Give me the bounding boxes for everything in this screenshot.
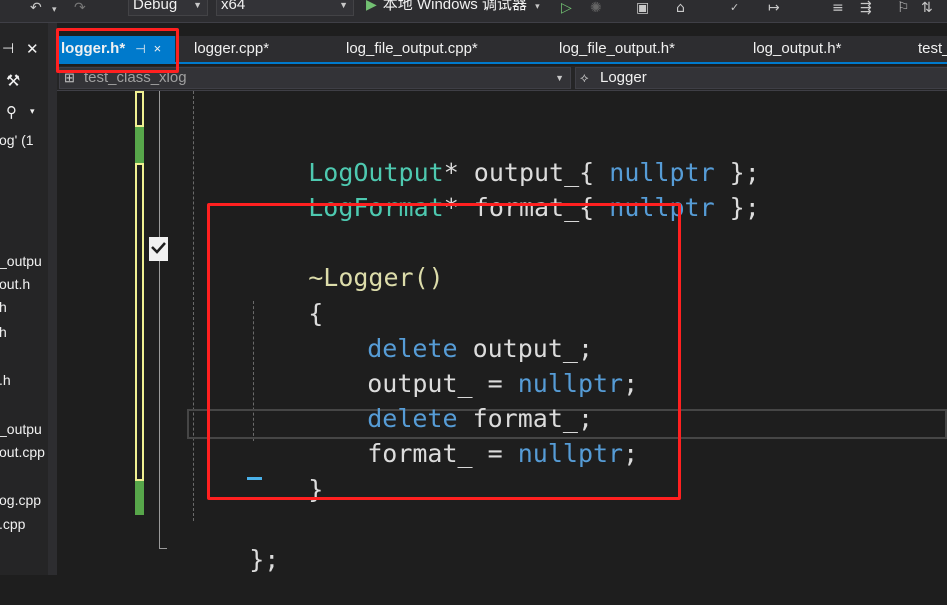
close-icon[interactable]: ✕: [26, 40, 39, 58]
list-item[interactable]: out.h: [0, 276, 30, 292]
list-item[interactable]: .cpp: [0, 516, 25, 532]
tab-label: logger.cpp*: [194, 40, 270, 57]
highlight-box: [56, 28, 179, 73]
navigation-bar: ⊞ test_class_xlog ▼ ⟡ Logger: [57, 66, 947, 91]
start-debugging-button[interactable]: ▶ 本地 Windows 调试器 ▾: [366, 0, 540, 15]
spellcheck-icon[interactable]: ✓: [730, 0, 739, 18]
chevron-down-icon[interactable]: ▾: [52, 2, 57, 20]
layout-icon[interactable]: ⌂: [676, 0, 685, 18]
list-item[interactable]: .h: [0, 372, 11, 388]
bookmark-icon[interactable]: ⚐: [897, 0, 910, 18]
run-label: 本地 Windows 调试器: [382, 0, 527, 13]
indent-guide: [193, 91, 194, 521]
pin-icon[interactable]: ⊣: [2, 41, 14, 57]
checkmark-icon: [151, 242, 166, 254]
change-mark-unsaved: [135, 163, 144, 481]
chevron-down-icon: ▼: [555, 73, 564, 83]
list-item[interactable]: out.cpp: [0, 444, 45, 460]
tab-log-file-output-cpp[interactable]: log_file_output.cpp*: [346, 36, 478, 62]
change-mark-saved: [135, 127, 144, 163]
wrench-icon[interactable]: ⚒: [6, 71, 20, 90]
collapse-toggle[interactable]: [149, 237, 168, 261]
step-icon[interactable]: ↦: [768, 0, 780, 18]
tab-label: log_file_output.h*: [559, 40, 675, 57]
member-select[interactable]: ⟡ Logger: [575, 67, 947, 89]
chevron-down-icon: ▼: [193, 0, 202, 10]
outline-guide: [159, 91, 160, 548]
chevron-down-icon[interactable]: ▾: [30, 107, 35, 117]
tab-log-file-output-h[interactable]: log_file_output.h*: [559, 36, 675, 62]
bookmark-next-icon[interactable]: ⇅: [921, 0, 933, 18]
list-item[interactable]: og' (1: [0, 132, 34, 148]
change-mark-saved: [135, 91, 144, 127]
member-value: Logger: [600, 69, 647, 86]
tab-test[interactable]: test_: [918, 36, 947, 62]
tab-logger-cpp[interactable]: logger.cpp*: [194, 36, 269, 62]
highlight-box: [207, 203, 681, 500]
list-item[interactable]: _outpu: [0, 421, 42, 437]
code-line: };: [249, 545, 280, 574]
comment-icon[interactable]: ≡: [832, 0, 844, 18]
play-outline-icon[interactable]: ▷: [561, 0, 572, 18]
configuration-select[interactable]: Debug ▼: [128, 0, 208, 16]
panel-splitter[interactable]: [48, 23, 57, 575]
search-icon[interactable]: ⚲: [6, 103, 17, 121]
chevron-down-icon: ▾: [535, 1, 540, 11]
tab-log-output-h[interactable]: log_output.h*: [753, 36, 841, 62]
find-icon[interactable]: ▣: [636, 0, 649, 18]
platform-select[interactable]: x64 ▼: [216, 0, 354, 16]
list-item[interactable]: h: [0, 324, 7, 340]
solution-explorer-panel: ⊣ ✕ ⚒ ⚲ ▾ og' (1 _outpu out.h h h .h _ou…: [0, 23, 48, 575]
platform-value: x64: [221, 0, 246, 13]
undo-icon[interactable]: ↶: [30, 0, 42, 18]
tab-label: log_output.h*: [753, 40, 842, 57]
list-item[interactable]: og.cpp: [0, 492, 41, 508]
class-icon: ⟡: [580, 70, 589, 85]
list-item[interactable]: h: [0, 299, 7, 315]
outline-guide-end: [159, 548, 167, 549]
play-icon: ▶: [366, 0, 377, 12]
toolbar: ↶ ▾ ↷ Debug ▼ x64 ▼ ▶ 本地 Windows 调试器 ▾ ▷ …: [0, 0, 947, 23]
configuration-value: Debug: [133, 0, 178, 13]
tab-underline: [57, 62, 947, 64]
chevron-down-icon: ▼: [339, 0, 348, 10]
change-mark-saved: [135, 481, 144, 515]
redo-icon[interactable]: ↷: [74, 0, 86, 18]
list-item[interactable]: _outpu: [0, 253, 42, 269]
tab-label: log_file_output.cpp*: [346, 40, 478, 57]
attach-icon[interactable]: ✺: [590, 0, 602, 18]
tab-label: test_: [918, 40, 947, 57]
document-tabs: logger.h* ⊣ × logger.cpp* log_file_output.…: [57, 36, 947, 62]
uncomment-icon[interactable]: ⇶: [860, 0, 872, 18]
